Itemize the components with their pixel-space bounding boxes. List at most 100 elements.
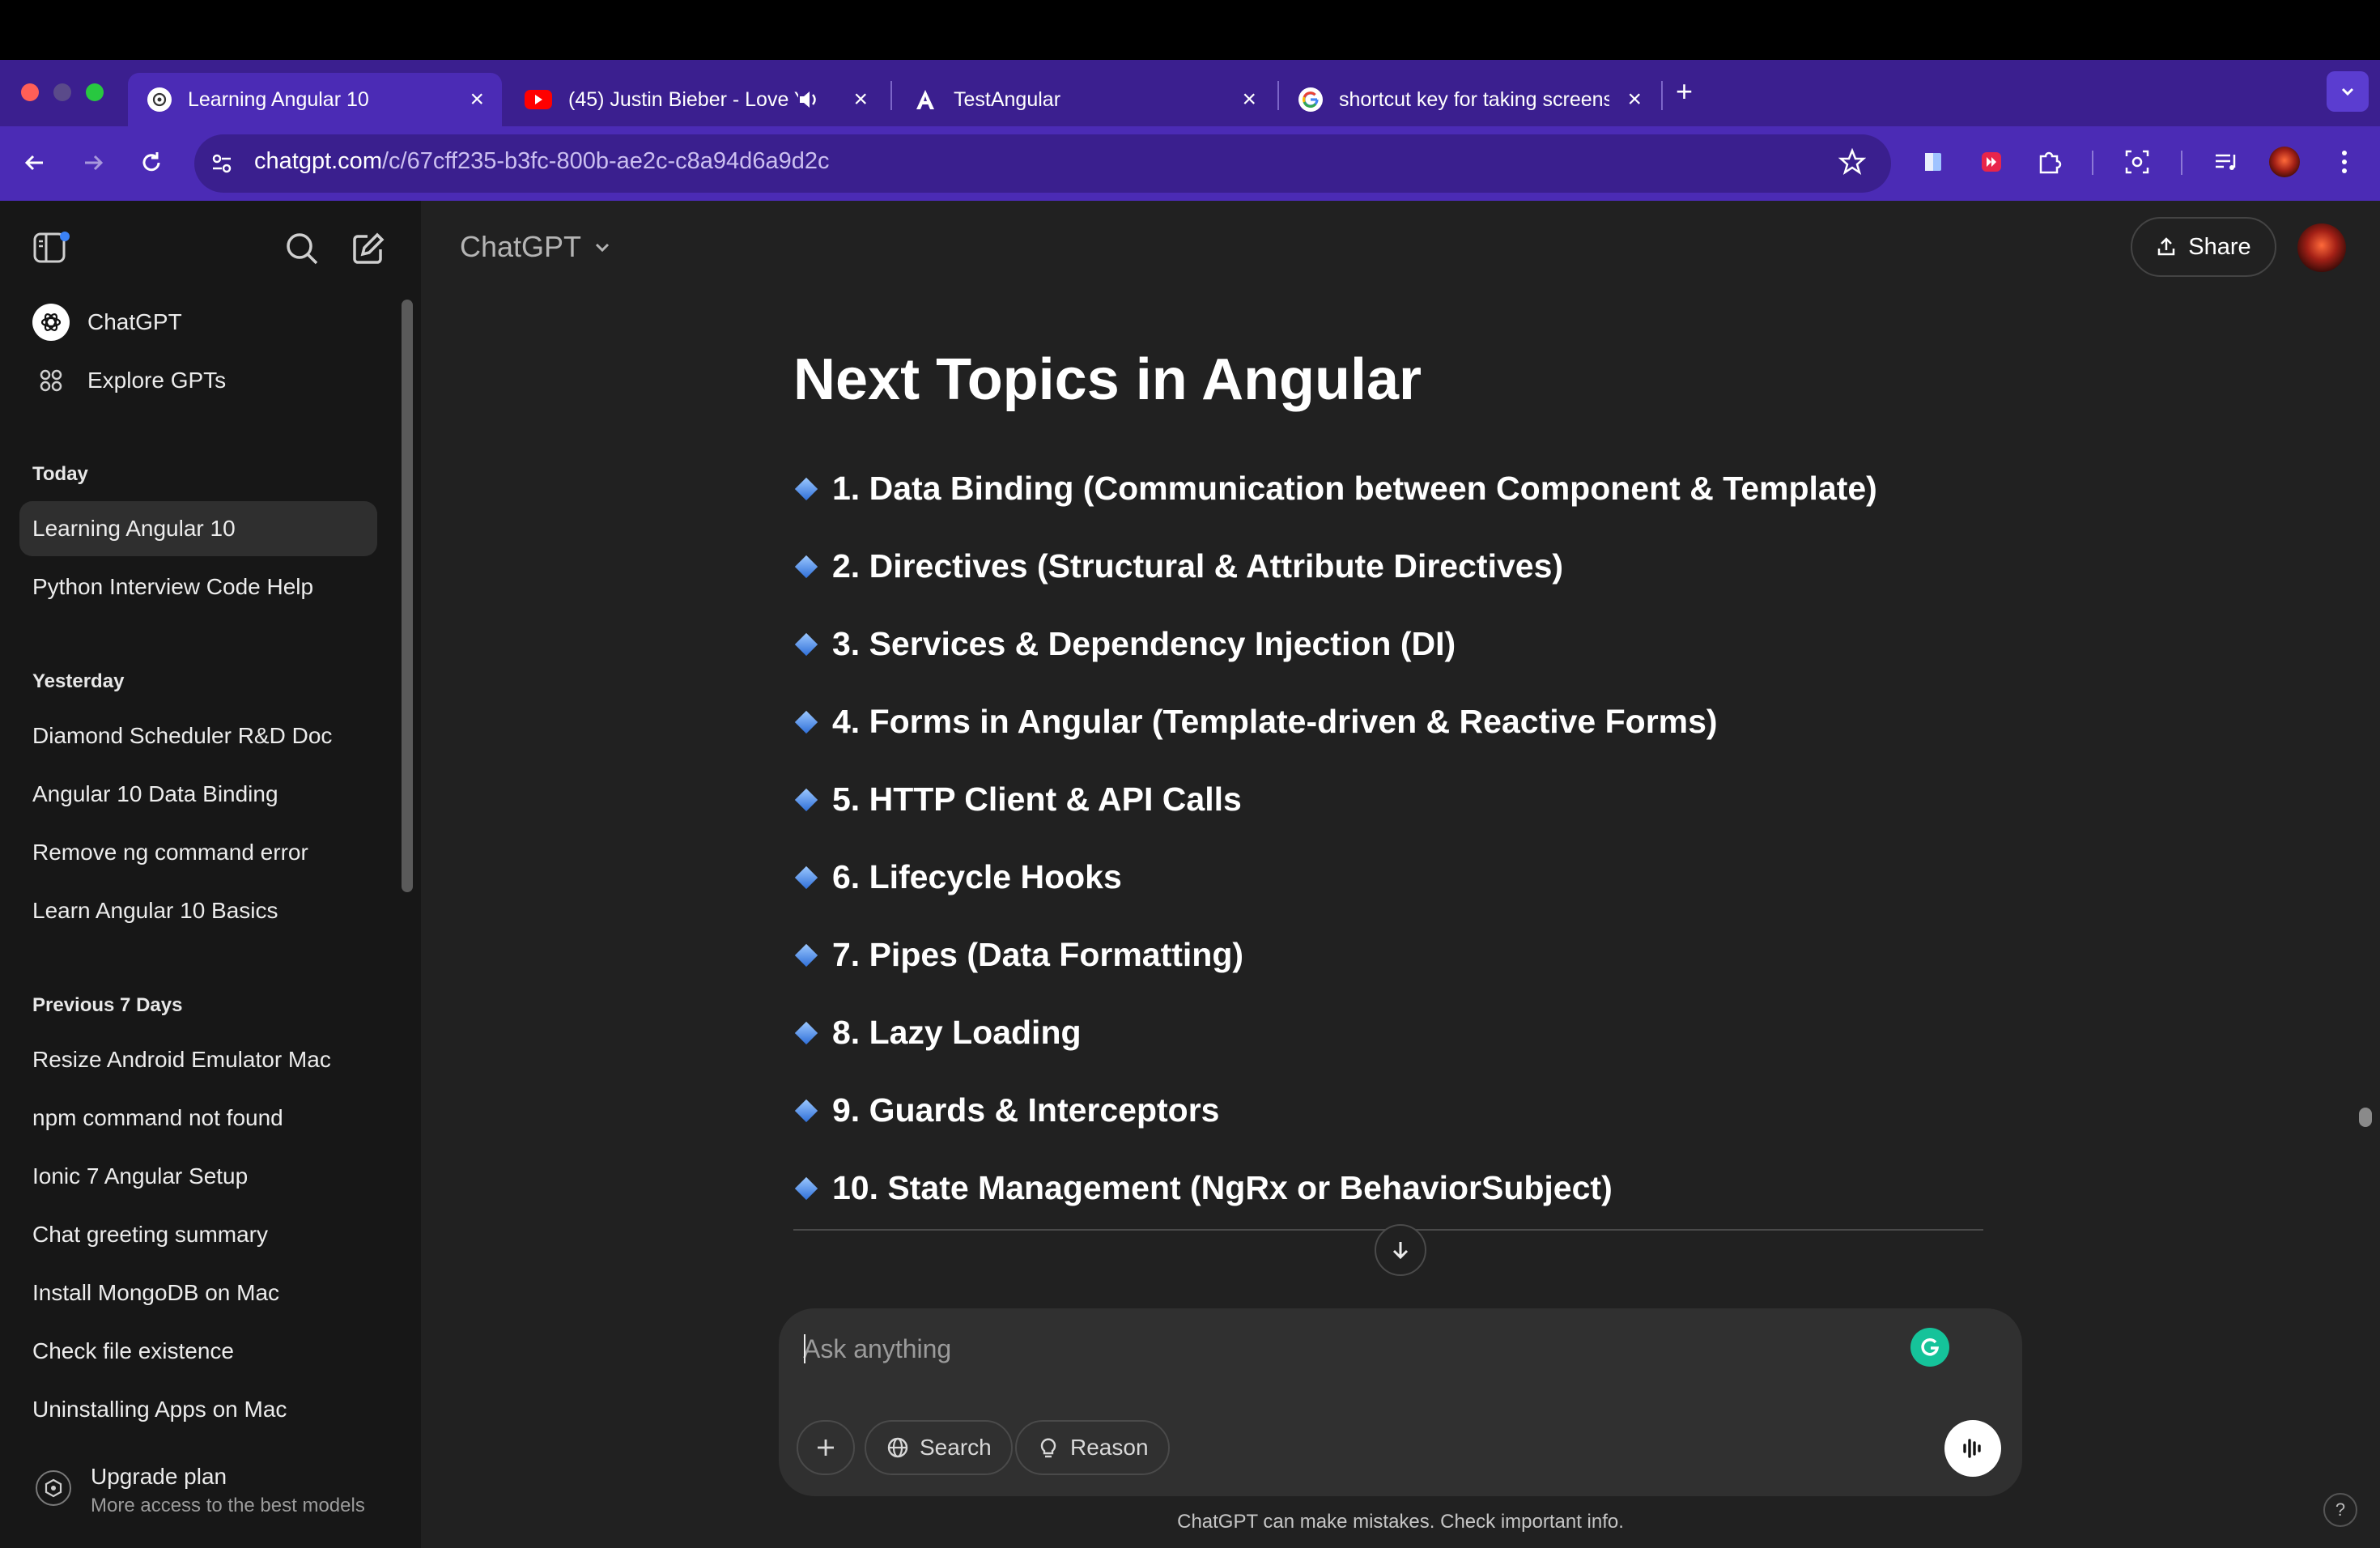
sidebar-scrollbar[interactable] [402,300,413,892]
voice-mode-button[interactable] [1944,1420,2001,1477]
extension-notes-icon[interactable] [1917,146,1949,178]
toggle-sidebar-icon[interactable] [32,230,71,266]
tab-close-icon[interactable]: × [1627,86,1642,113]
browser-tab-youtube[interactable]: (45) Justin Bieber - Love Yourself × [505,73,886,126]
chatgpt-logo-icon [32,304,70,341]
attach-button[interactable] [797,1420,855,1475]
sidebar-chat-item[interactable]: Python Interview Code Help [19,559,377,615]
tab-title: (45) Justin Bieber - Love Yourself [568,87,798,111]
scroll-to-bottom-button[interactable] [1375,1224,1426,1276]
profile-avatar-icon[interactable] [2268,146,2301,178]
sidebar-chat-item[interactable]: Uninstalling Apps on Mac [19,1382,377,1437]
topic-item: 3. Services & Dependency Injection (DI) [793,625,1456,663]
share-label: Share [2188,233,2251,260]
url-path: /c/67cff235-b3fc-800b-ae2c-c8a94d6a9d2c [381,148,830,174]
toolbar-separator [2092,151,2093,175]
grid-icon [32,362,70,399]
sidebar-chat-item[interactable]: Ionic 7 Angular Setup [19,1149,377,1204]
window-close-button[interactable] [21,83,39,101]
google-favicon-icon [1298,87,1323,112]
topic-text: 10. State Management (NgRx or BehaviorSu… [832,1169,1613,1206]
extension-video-icon[interactable] [1975,146,2008,178]
search-toggle-button[interactable]: Search [865,1420,1013,1475]
upgrade-plan-button[interactable]: Upgrade plan More access to the best mod… [19,1449,402,1533]
section-heading-yesterday: Yesterday [32,670,125,692]
sidebar-item-explore-gpts[interactable]: Explore GPTs [19,353,377,408]
screen-capture-icon[interactable] [2121,146,2153,178]
extensions-puzzle-icon[interactable] [2034,146,2066,178]
prompt-input[interactable] [803,1333,1880,1365]
sidebar-item-label: Explore GPTs [87,368,227,393]
chat-title: Resize Android Emulator Mac [32,1047,331,1072]
topic-text: 2. Directives (Structural & Attribute Di… [832,547,1564,585]
tab-search-button[interactable] [2327,71,2369,112]
page-scrollbar[interactable] [2359,1108,2372,1127]
back-button[interactable] [16,144,53,181]
sidebar-chat-item[interactable]: Angular 10 Data Binding [19,767,377,822]
sidebar-chat-item[interactable]: Remove ng command error [19,825,377,880]
chat-title: Remove ng command error [32,840,308,865]
user-avatar[interactable] [2297,223,2346,272]
sidebar-chat-item[interactable]: Resize Android Emulator Mac [19,1032,377,1087]
sidebar-chat-item[interactable]: Diamond Scheduler R&D Doc [19,708,377,763]
topic-item: 7. Pipes (Data Formatting) [793,936,1243,974]
angular-favicon-icon [913,87,937,112]
tab-close-icon[interactable]: × [853,86,868,113]
disclaimer-text: ChatGPT can make mistakes. Check importa… [1177,1511,1624,1533]
grammarly-icon[interactable] [1910,1328,1949,1367]
chat-title: Uninstalling Apps on Mac [32,1397,287,1422]
sidebar-chat-item[interactable]: Install MongoDB on Mac [19,1265,377,1320]
upgrade-subtitle: More access to the best models [91,1495,365,1516]
reload-button[interactable] [133,144,170,181]
help-button[interactable]: ? [2323,1493,2357,1527]
forward-button[interactable] [74,144,112,181]
sidebar-item-chatgpt[interactable]: ChatGPT [19,295,377,350]
window-minimize-button[interactable] [53,83,71,101]
browser-menu-icon[interactable] [2328,146,2361,178]
browser-tab-chatgpt[interactable]: Learning Angular 10 × [128,73,502,126]
blue-diamond-icon [794,1021,818,1044]
text-caret [804,1334,805,1363]
sidebar-chat-item[interactable]: Learning Angular 10 [19,501,377,556]
browser-tab-testangular[interactable]: TestAngular × [894,73,1274,126]
bookmark-star-icon[interactable] [1836,146,1868,178]
upgrade-title: Upgrade plan [91,1464,227,1489]
topic-item: 2. Directives (Structural & Attribute Di… [793,547,1563,585]
topic-item: 8. Lazy Loading [793,1014,1082,1052]
chat-title: Check file existence [32,1338,235,1363]
topic-text: 8. Lazy Loading [832,1014,1082,1051]
plus-icon [818,1440,834,1456]
url-text[interactable]: chatgpt.com/c/67cff235-b3fc-800b-ae2c-c8… [254,148,829,175]
sidebar-chat-item[interactable]: npm command not found [19,1091,377,1146]
new-tab-button[interactable]: + [1676,74,1693,108]
chat-title: Python Interview Code Help [32,574,314,599]
reason-toggle-button[interactable]: Reason [1015,1420,1170,1475]
reason-label: Reason [1070,1435,1149,1460]
sidebar-chat-item[interactable]: Chat greeting summary [19,1207,377,1262]
sidebar-chat-item[interactable]: Check file existence [19,1324,377,1379]
system-top-bar [0,0,2380,60]
topic-text: 1. Data Binding (Communication between C… [832,470,1877,507]
tab-close-icon[interactable]: × [1242,86,1256,113]
sidebar-chat-item[interactable]: Learn Angular 10 Basics [19,883,377,938]
new-chat-icon[interactable] [350,230,387,267]
tab-title: Learning Angular 10 [188,87,369,111]
media-control-icon[interactable] [2210,146,2242,178]
voice-waveform-icon [1963,1439,1981,1458]
tab-close-icon[interactable]: × [470,86,484,113]
model-selector[interactable]: ChatGPT [460,230,612,264]
chat-title: Install MongoDB on Mac [32,1280,280,1305]
browser-tab-google[interactable]: shortcut key for taking screenshot × [1279,73,1660,126]
section-heading-today: Today [32,463,88,485]
topic-item: 6. Lifecycle Hooks [793,858,1122,896]
tab-separator [1661,81,1663,110]
share-button[interactable]: Share [2131,217,2276,277]
sidebar-item-label: ChatGPT [87,309,182,334]
speaker-icon[interactable] [797,87,821,117]
chevron-down-icon [595,243,610,253]
blue-diamond-icon [794,555,818,578]
globe-icon [887,1437,908,1458]
window-maximize-button[interactable] [86,83,104,101]
site-info-icon[interactable] [207,149,236,178]
search-chats-icon[interactable] [283,230,321,267]
